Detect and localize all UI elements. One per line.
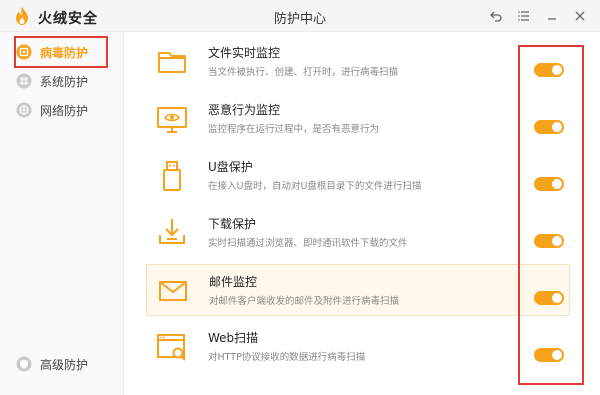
row-description: 监控程序在运行过程中，是否有恶意行为 xyxy=(208,124,380,135)
windows-icon xyxy=(16,73,32,89)
folder-icon xyxy=(154,44,190,80)
globe-icon xyxy=(16,102,32,118)
row-description: 实时扫描通过浏览器、即时通讯软件下载的文件 xyxy=(208,238,408,249)
monitor-eye-icon xyxy=(154,101,190,137)
row-description: 在接入U盘时，自动对U盘根目录下的文件进行扫描 xyxy=(208,181,422,192)
protection-row-download-protection: 下载保护 实时扫描通过浏览器、即时通讯软件下载的文件 xyxy=(146,207,570,259)
row-title: U盘保护 xyxy=(208,160,253,174)
protection-row-mail-monitor: 邮件监控 对邮件客户端收发的邮件及附件进行病毒扫描 xyxy=(146,264,570,316)
web-scan-icon xyxy=(154,329,190,365)
protection-row-usb-protection: U盘保护 在接入U盘时，自动对U盘根目录下的文件进行扫描 xyxy=(146,150,570,202)
usb-drive-icon xyxy=(154,158,190,194)
advanced-shield-icon xyxy=(16,356,32,372)
sidebar-item-label: 高级防护 xyxy=(40,357,89,372)
return-icon[interactable] xyxy=(482,6,510,26)
sidebar-item-network-protection[interactable]: 网络防护 xyxy=(16,97,108,123)
row-description: 当文件被执行、创建、打开时，进行病毒扫描 xyxy=(208,67,399,78)
title-bar: 火绒安全 防护中心 xyxy=(0,0,600,32)
protection-row-web-scan: Web扫描 对HTTP协议接收的数据进行病毒扫描 xyxy=(146,321,570,373)
row-title: 文件实时监控 xyxy=(208,46,281,60)
sidebar-item-label: 网络防护 xyxy=(40,103,89,118)
annotation-box-toggles xyxy=(518,45,584,385)
sidebar-item-system-protection[interactable]: 系统防护 xyxy=(16,68,108,94)
sidebar-item-label: 系统防护 xyxy=(40,74,89,89)
menu-icon[interactable] xyxy=(510,6,538,26)
row-title: 邮件监控 xyxy=(209,275,258,289)
virus-shield-icon xyxy=(16,44,32,60)
sidebar-item-advanced-protection[interactable]: 高级防护 xyxy=(16,351,108,377)
sidebar-item-virus-protection[interactable]: 病毒防护 xyxy=(16,39,108,65)
protection-row-behavior-monitor: 恶意行为监控 监控程序在运行过程中，是否有恶意行为 xyxy=(146,93,570,145)
row-description: 对邮件客户端收发的邮件及附件进行病毒扫描 xyxy=(209,296,400,307)
download-icon xyxy=(154,215,190,251)
sidebar: 病毒防护 系统防护 网络防护 高级防护 xyxy=(0,32,124,395)
minimize-icon[interactable] xyxy=(538,6,566,26)
row-title: 恶意行为监控 xyxy=(208,103,281,117)
window-controls xyxy=(482,6,594,26)
row-description: 对HTTP协议接收的数据进行病毒扫描 xyxy=(208,352,366,363)
mail-icon xyxy=(155,273,191,309)
sidebar-item-label: 病毒防护 xyxy=(40,45,89,60)
row-title: Web扫描 xyxy=(208,331,259,345)
row-title: 下载保护 xyxy=(208,217,257,231)
close-icon[interactable] xyxy=(566,6,594,26)
protection-row-file-monitor: 文件实时监控 当文件被执行、创建、打开时，进行病毒扫描 xyxy=(146,36,570,88)
